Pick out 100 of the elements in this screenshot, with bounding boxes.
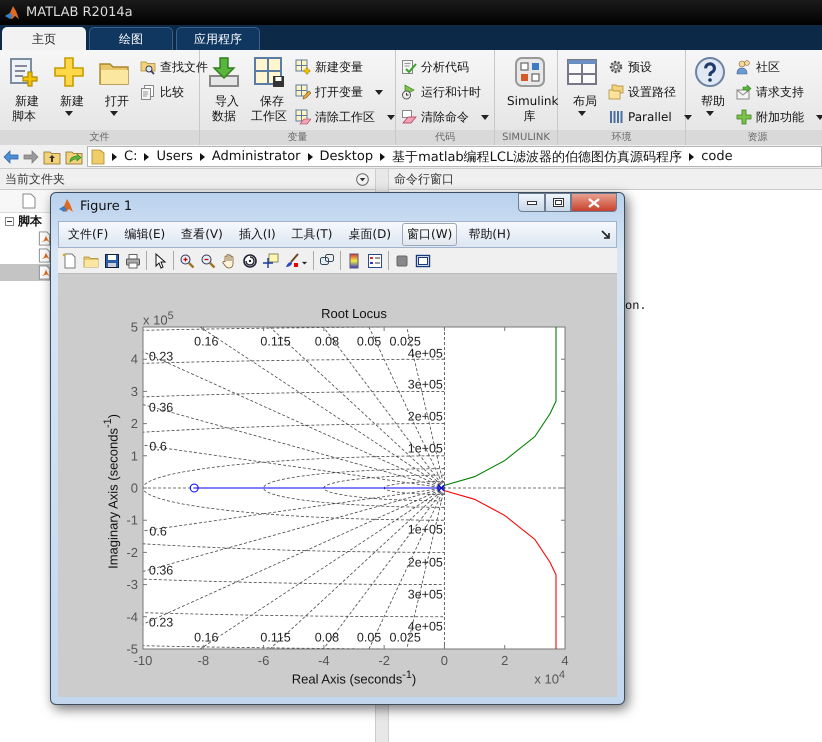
- data-cursor-icon[interactable]: [263, 252, 279, 268]
- menu-item[interactable]: 帮助(H): [463, 223, 516, 246]
- menu-item[interactable]: 工具(T): [286, 223, 338, 246]
- toolstrip-button[interactable]: 运行和计时: [399, 80, 491, 104]
- document-plus-icon: [8, 56, 40, 88]
- people-icon: [736, 59, 752, 75]
- ribbon-tab[interactable]: 主页: [2, 27, 86, 50]
- toolstrip-button[interactable]: 打开变量: [293, 80, 397, 104]
- script-file-icon[interactable]: [38, 265, 51, 280]
- grid-label: 0.115: [260, 630, 291, 645]
- toolstrip-button[interactable]: 布局: [561, 54, 603, 118]
- document-check-icon: [401, 59, 417, 75]
- dropdown-circle-icon[interactable]: [356, 172, 369, 186]
- dock-arrow-icon[interactable]: [601, 230, 611, 240]
- grid-disk-icon: [253, 56, 285, 88]
- toolstrip-button[interactable]: 社区: [734, 55, 822, 79]
- toolstrip-button[interactable]: 清除命令: [399, 105, 491, 129]
- menu-item[interactable]: 编辑(E): [119, 223, 170, 246]
- collapse-icon[interactable]: [5, 217, 14, 226]
- path-segment[interactable]: Administrator: [212, 149, 300, 164]
- menu-item[interactable]: 查看(V): [176, 223, 228, 246]
- grid-label: 0.08: [314, 630, 340, 645]
- toolstrip-button[interactable]: 新建脚本: [3, 54, 45, 126]
- axis-label: Real Axis (seconds$^{-1}$): [292, 669, 416, 686]
- script-file-icon[interactable]: [38, 231, 51, 246]
- caret-icon: [110, 111, 118, 116]
- grid-label: 2e+05: [408, 409, 443, 424]
- chevron-icon: [308, 152, 312, 160]
- window-title: MATLAB R2014a: [26, 5, 133, 20]
- menu-item[interactable]: 窗口(W): [402, 223, 458, 246]
- toolstrip-button[interactable]: 清除工作区: [293, 105, 397, 129]
- zoom-in-icon[interactable]: [179, 252, 195, 268]
- chevron-icon: [380, 152, 386, 160]
- menu-item[interactable]: 桌面(D): [343, 223, 396, 246]
- bars-icon: [608, 109, 624, 125]
- folder-arrow-icon[interactable]: [65, 148, 83, 164]
- back-arrow-icon[interactable]: [3, 148, 19, 164]
- toolstrip-button[interactable]: 保存工作区: [248, 54, 290, 126]
- section-label: SIMULINK: [495, 130, 557, 145]
- minimize-button[interactable]: [518, 193, 545, 212]
- tick-label: -8: [198, 653, 210, 668]
- help-icon: [694, 56, 726, 88]
- document-icon[interactable]: [22, 193, 36, 209]
- new-document-icon[interactable]: [62, 252, 78, 268]
- grid-label: 0.36: [148, 400, 174, 414]
- folder-up-icon[interactable]: [43, 148, 61, 164]
- tick-label: -4: [318, 653, 330, 668]
- ribbon-tab[interactable]: 应用程序: [176, 27, 260, 50]
- peak-logo-icon: [58, 198, 74, 214]
- grid-label: 0.23: [148, 350, 174, 364]
- grid-label: 0.6: [149, 524, 167, 539]
- tick-label: 3: [130, 384, 138, 399]
- caret-icon: [375, 90, 383, 94]
- path-field[interactable]: C: Users Administrator Desktop 基于matlab编程LCL滤波器的伯德图仿真源码程序 code: [87, 146, 822, 167]
- window-frame-icon[interactable]: [415, 252, 431, 268]
- toolstrip-button[interactable]: 查找文件: [138, 55, 210, 79]
- script-file-icon[interactable]: [38, 248, 51, 263]
- toolstrip-button[interactable]: 新建变量: [293, 55, 397, 79]
- path-segment[interactable]: code: [701, 149, 733, 164]
- toolstrip-button[interactable]: 新建: [48, 54, 90, 118]
- close-button[interactable]: [571, 193, 617, 212]
- path-segment[interactable]: Desktop: [320, 149, 374, 164]
- caret-icon: [684, 114, 692, 120]
- tree-label[interactable]: 脚本: [18, 213, 42, 230]
- section-label: 代码: [396, 130, 494, 145]
- toolstrip-button[interactable]: Simulink库: [498, 54, 562, 126]
- rotate-icon[interactable]: [242, 252, 258, 268]
- toolstrip-button[interactable]: 打开: [93, 54, 135, 118]
- legend-icon[interactable]: [367, 252, 383, 268]
- menu-item[interactable]: 插入(I): [234, 223, 281, 246]
- menu-item[interactable]: 文件(F): [63, 223, 114, 246]
- download-arrow-icon: [208, 56, 240, 88]
- tick-label: 5: [130, 321, 138, 334]
- tick-label: 2: [130, 416, 138, 432]
- grid-label: 0.05: [356, 630, 382, 645]
- grid-label: 0.23: [148, 616, 174, 630]
- forward-arrow-icon[interactable]: [23, 148, 39, 164]
- grid-label: 0.115: [260, 334, 291, 348]
- plus-icon: [736, 109, 752, 125]
- printer-icon[interactable]: [125, 252, 141, 268]
- square-icon[interactable]: [394, 252, 410, 268]
- folder-magnifier-icon: [140, 59, 156, 75]
- grid-label: 4e+05: [408, 346, 443, 361]
- path-segment[interactable]: 基于matlab编程LCL滤波器的伯德图仿真源码程序: [392, 148, 682, 166]
- brush-icon[interactable]: [284, 252, 300, 268]
- toolstrip-button[interactable]: 分析代码: [399, 55, 491, 79]
- toolstrip-button[interactable]: 附加功能: [734, 105, 822, 129]
- caret-icon: [706, 111, 714, 116]
- grid-label: 2e+05: [408, 556, 443, 570]
- restore-button[interactable]: [545, 193, 571, 212]
- folder-icon: [91, 148, 105, 164]
- path-segment[interactable]: C:: [124, 149, 138, 164]
- ribbon-tab[interactable]: 绘图: [89, 27, 173, 50]
- chart-title: Root Locus: [321, 306, 387, 321]
- plus-icon: [53, 56, 85, 88]
- toolstrip-button[interactable]: 请求支持: [734, 80, 822, 104]
- zoom-out-icon[interactable]: [200, 252, 216, 268]
- toolstrip-button[interactable]: 比较: [138, 80, 210, 104]
- path-segment[interactable]: Users: [156, 149, 193, 164]
- grid-label: 3e+05: [408, 587, 443, 602]
